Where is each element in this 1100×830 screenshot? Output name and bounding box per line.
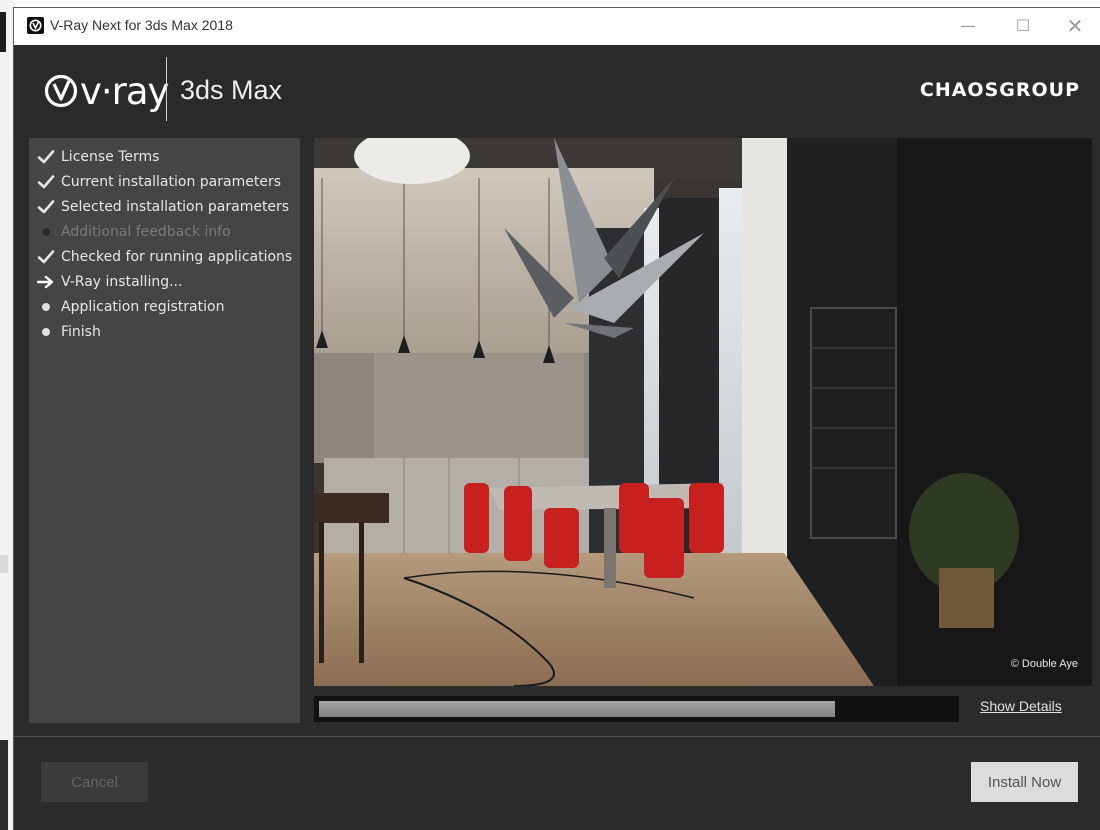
install-progress-bar: [314, 696, 959, 722]
step-label: Selected installation parameters: [61, 199, 290, 215]
check-icon: [37, 148, 55, 166]
dot-icon: [37, 323, 55, 341]
product-name: 3ds Max: [180, 75, 283, 105]
minimize-button[interactable]: —: [954, 14, 982, 38]
step-label: Application registration: [61, 299, 225, 315]
window-title: V-Ray Next for 3ds Max 2018: [50, 17, 233, 33]
step-item: Checked for running applications: [37, 246, 292, 268]
check-icon: [37, 198, 55, 216]
close-button[interactable]: ✕: [1061, 14, 1089, 38]
cancel-button[interactable]: Cancel: [41, 762, 148, 802]
step-item: V-Ray installing...: [36, 271, 183, 293]
desktop-edge-strip: [0, 12, 6, 52]
desktop-edge-strip: [0, 740, 8, 830]
desktop-background-left: [0, 0, 14, 830]
vray-logo-text: v·ray: [80, 69, 169, 113]
footer-divider: [14, 736, 1100, 737]
check-icon: [37, 248, 55, 266]
title-bar: V-Ray Next for 3ds Max 2018 — ☐ ✕: [14, 8, 1100, 45]
step-item: License Terms: [37, 146, 159, 168]
dot-icon: [37, 223, 55, 241]
progress-fill: [319, 701, 835, 717]
check-icon: [37, 173, 55, 191]
vray-logo: v·ray: [44, 67, 169, 115]
header-divider: [166, 57, 167, 121]
preview-image: © Double Aye: [314, 138, 1092, 686]
step-item: Additional feedback info: [37, 221, 231, 243]
installer-window: V-Ray Next for 3ds Max 2018 — ☐ ✕ v·ray …: [14, 8, 1100, 830]
step-label: License Terms: [61, 149, 160, 165]
step-item: Finish: [37, 321, 101, 343]
step-label: Current installation parameters: [61, 174, 281, 190]
interior-render-illustration: [314, 138, 1092, 686]
image-credit: © Double Aye: [1010, 658, 1078, 670]
step-item: Application registration: [37, 296, 224, 318]
chaosgroup-logo: CHAOSGROUP: [919, 79, 1080, 101]
step-item: Current installation parameters: [37, 171, 281, 193]
installer-header: v·ray 3ds Max CHAOSGROUP: [14, 45, 1100, 137]
step-label: V-Ray installing...: [61, 274, 183, 290]
vray-mark-icon: [44, 74, 78, 108]
install-now-button[interactable]: Install Now: [971, 762, 1078, 802]
vray-app-icon: [27, 17, 44, 34]
steps-sidebar: License Terms Current installation parame…: [29, 138, 300, 723]
step-label: Finish: [61, 324, 101, 340]
show-details-link[interactable]: Show Details: [980, 698, 1062, 714]
step-item: Selected installation parameters: [37, 196, 289, 218]
desktop-background-top: [0, 0, 1100, 8]
step-label: Additional feedback info: [61, 224, 231, 240]
arrow-right-icon: [36, 273, 55, 291]
dot-icon: [37, 298, 55, 316]
maximize-button[interactable]: ☐: [1009, 14, 1037, 38]
desktop-edge-strip: [0, 555, 8, 573]
step-label: Checked for running applications: [61, 249, 293, 265]
